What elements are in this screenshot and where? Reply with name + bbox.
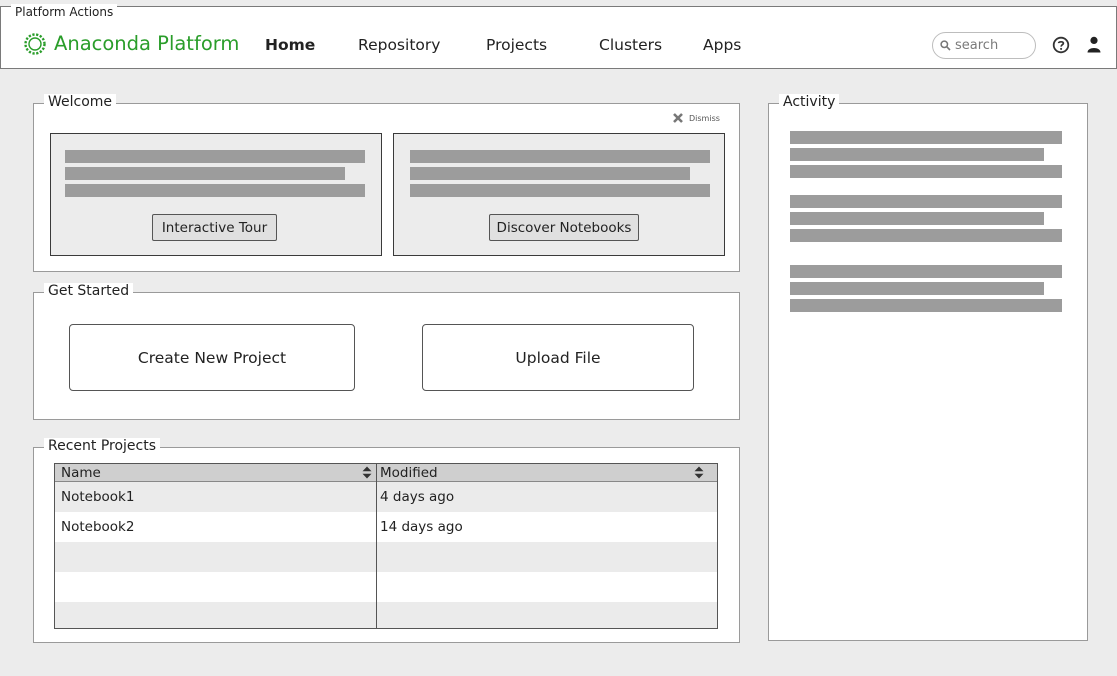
brand-name[interactable]: Anaconda Platform bbox=[54, 31, 239, 57]
nav-apps[interactable]: Apps bbox=[703, 35, 741, 55]
dismiss-label: Dismiss bbox=[689, 113, 720, 123]
sort-icon[interactable] bbox=[362, 466, 372, 479]
welcome-title: Welcome bbox=[44, 94, 117, 110]
column-header-modified[interactable]: Modified bbox=[374, 464, 717, 482]
activity-placeholder-line bbox=[790, 299, 1062, 312]
table-row[interactable]: Notebook2 14 days ago bbox=[55, 512, 717, 542]
cell-modified bbox=[374, 572, 380, 602]
placeholder-text-line bbox=[410, 150, 710, 163]
close-icon bbox=[673, 113, 683, 123]
placeholder-text-line bbox=[65, 150, 365, 163]
activity-placeholder-line bbox=[790, 131, 1062, 144]
cell-name bbox=[55, 602, 61, 628]
activity-panel bbox=[768, 103, 1088, 641]
search-icon bbox=[940, 40, 951, 51]
activity-placeholder-line bbox=[790, 282, 1044, 295]
table-header: Name Modified bbox=[55, 464, 717, 482]
table-row bbox=[55, 542, 717, 572]
cell-modified: 14 days ago bbox=[380, 519, 463, 535]
cell-modified bbox=[374, 602, 380, 628]
nav-projects[interactable]: Projects bbox=[486, 35, 547, 55]
window-title: Platform Actions bbox=[11, 4, 118, 20]
activity-placeholder-line bbox=[790, 148, 1044, 161]
dismiss-button[interactable]: Dismiss bbox=[672, 111, 720, 125]
column-header-label: Name bbox=[61, 465, 101, 481]
user-icon[interactable] bbox=[1087, 36, 1101, 53]
interactive-tour-button[interactable]: Interactive Tour bbox=[152, 214, 277, 241]
anaconda-logo-icon bbox=[24, 33, 46, 55]
column-divider[interactable] bbox=[376, 464, 377, 628]
cell-name[interactable]: Notebook2 bbox=[55, 512, 134, 542]
placeholder-text-line bbox=[410, 167, 690, 180]
activity-placeholder-line bbox=[790, 265, 1062, 278]
cell-name bbox=[55, 572, 61, 602]
activity-placeholder-line bbox=[790, 195, 1062, 208]
column-header-label: Modified bbox=[380, 465, 438, 481]
cell-name bbox=[55, 542, 61, 572]
placeholder-text-line bbox=[410, 184, 710, 197]
activity-placeholder-line bbox=[790, 165, 1062, 178]
create-new-project-button[interactable]: Create New Project bbox=[69, 324, 355, 391]
nav-home[interactable]: Home bbox=[265, 35, 315, 55]
cell-name[interactable]: Notebook1 bbox=[55, 482, 134, 512]
table-row[interactable]: Notebook1 4 days ago bbox=[55, 482, 717, 512]
recent-projects-title: Recent Projects bbox=[44, 438, 161, 454]
welcome-card-notebooks: Discover Notebooks bbox=[393, 133, 725, 256]
upload-file-button[interactable]: Upload File bbox=[422, 324, 694, 391]
activity-placeholder-line bbox=[790, 229, 1062, 242]
question-circle-icon[interactable] bbox=[1052, 36, 1070, 54]
activity-title: Activity bbox=[779, 94, 840, 110]
search-input[interactable] bbox=[953, 35, 1033, 56]
table-row bbox=[55, 602, 717, 628]
nav-repository[interactable]: Repository bbox=[358, 35, 440, 55]
placeholder-text-line bbox=[65, 167, 345, 180]
sort-icon[interactable] bbox=[694, 466, 704, 479]
recent-projects-table: Name Modified Notebook1 4 days ago Noteb… bbox=[54, 463, 718, 629]
top-navbar: Platform Actions Anaconda Platform Home … bbox=[0, 4, 1117, 69]
discover-notebooks-button[interactable]: Discover Notebooks bbox=[489, 214, 639, 241]
column-header-name[interactable]: Name bbox=[55, 464, 376, 482]
nav-clusters[interactable]: Clusters bbox=[599, 35, 662, 55]
get-started-title: Get Started bbox=[44, 283, 134, 299]
placeholder-text-line bbox=[65, 184, 365, 197]
activity-placeholder-line bbox=[790, 212, 1044, 225]
search-box[interactable] bbox=[932, 32, 1036, 59]
welcome-card-tour: Interactive Tour bbox=[50, 133, 382, 256]
cell-modified bbox=[374, 542, 380, 572]
table-row bbox=[55, 572, 717, 602]
cell-modified: 4 days ago bbox=[380, 489, 455, 505]
